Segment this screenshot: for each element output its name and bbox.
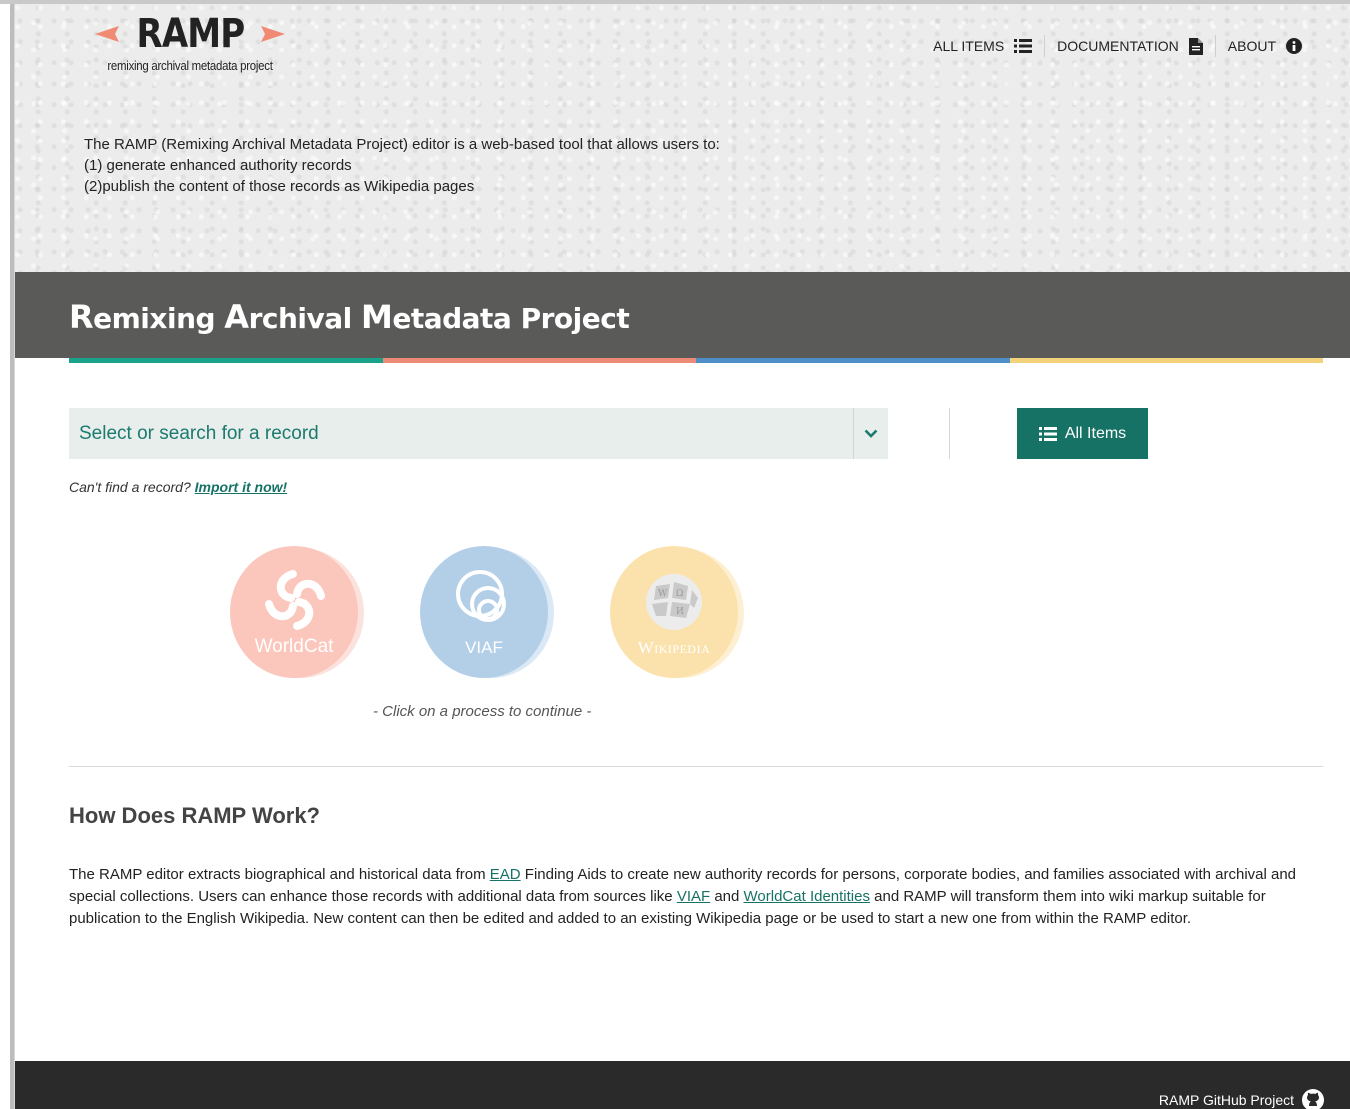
vertical-divider [949,408,950,459]
nav-all-items-label: ALL ITEMS [933,38,1005,54]
info-icon [1286,38,1302,54]
how-heading: How Does RAMP Work? [69,803,320,828]
viaf-link[interactable]: VIAF [677,888,710,905]
import-prompt-text: Can't find a record? [69,479,191,495]
logo-tagline: remixing archival metadata project [107,58,273,73]
process-hint: - Click on a process to continue - [373,703,592,720]
top-navigation: ALL ITEMS DOCUMENTATION ABOUT [921,34,1314,58]
viaf-icon [456,570,506,622]
intro-text: The RAMP (Remixing Archival Metadata Pro… [84,134,720,197]
window-left-edge [0,0,15,1109]
github-label: RAMP GitHub Project [1158,1092,1294,1108]
logo-wordmark: RAMP [136,11,245,57]
footer: RAMP GitHub Project [15,1061,1350,1109]
process-worldcat[interactable]: WorldCat [230,546,364,678]
ead-link[interactable]: EAD [490,866,521,883]
color-stripe [69,358,1323,363]
all-items-button[interactable]: All Items [1017,408,1148,459]
process-label: Wikipedia [637,638,711,657]
process-label: WorldCat [254,636,334,657]
svg-text:Ω: Ω [676,589,683,599]
list-icon [1014,39,1033,53]
stripe-salmon [382,358,696,363]
worldcat-identities-link[interactable]: WorldCat Identities [744,888,870,905]
process-label: VIAF [465,638,503,657]
search-placeholder: Select or search for a record [79,422,319,444]
process-viaf[interactable]: VIAF [420,546,554,678]
svg-text:W: W [658,589,668,599]
github-icon [1302,1089,1324,1109]
stripe-blue [696,358,1010,363]
nav-about-label: ABOUT [1227,38,1276,54]
page-title: Remixing Archival Metadata Project [69,298,630,336]
intro-line: The RAMP (Remixing Archival Metadata Pro… [84,136,720,153]
github-project-link[interactable]: RAMP GitHub Project [1159,1089,1324,1109]
process-wikipedia[interactable]: WΩИ Wikipedia [610,546,744,678]
nav-all-items[interactable]: ALL ITEMS [921,34,1044,58]
import-link[interactable]: Import it now! [195,479,288,495]
chevron-left-logo-icon [94,26,119,42]
chevron-down-icon [864,429,878,438]
intro-line: (1) generate enhanced authority records [84,157,352,174]
chevron-right-logo-icon [261,26,286,42]
stripe-yellow [1009,358,1323,363]
how-paragraph: The RAMP editor extracts biographical an… [69,866,1297,927]
window-top-edge [0,0,1350,4]
section-divider [69,766,1323,767]
document-icon [1188,37,1203,55]
title-banner: Remixing Archival Metadata Project [15,272,1350,358]
nav-documentation-label: DOCUMENTATION [1057,38,1179,54]
stripe-teal [69,358,383,363]
all-items-button-label: All Items [1064,424,1127,442]
svg-text:И: И [676,607,684,617]
ramp-logo[interactable]: RAMP remixing archival metadata project [90,12,290,74]
nav-about[interactable]: ABOUT [1216,34,1314,58]
record-search-select[interactable]: Select or search for a record [69,408,888,459]
list-icon [1038,426,1057,441]
worldcat-icon [265,570,325,630]
dropdown-toggle[interactable] [853,408,888,459]
import-prompt: Can't find a record? Import it now! [69,479,287,495]
hero-header: RAMP remixing archival metadata project … [15,4,1350,272]
nav-documentation[interactable]: DOCUMENTATION [1045,34,1215,58]
intro-line: (2)publish the content of those records … [84,178,475,195]
wikipedia-globe-icon: W ΩИ [646,574,702,630]
